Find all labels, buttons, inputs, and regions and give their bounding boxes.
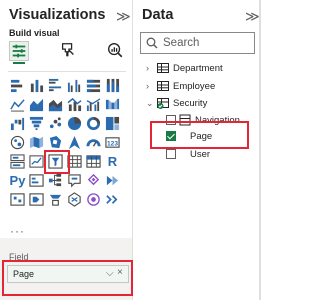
line-chart-icon[interactable] [9, 96, 26, 113]
shape-map-icon[interactable] [47, 134, 64, 151]
build-visual-button[interactable] [9, 41, 29, 64]
area-chart-icon[interactable] [28, 96, 45, 113]
slicer-highlight [44, 150, 70, 174]
multi-row-card-icon[interactable] [9, 153, 26, 170]
line-clustered-column-icon[interactable] [85, 96, 102, 113]
line-stacked-column-icon[interactable] [66, 96, 83, 113]
stacked-area-icon[interactable] [47, 96, 64, 113]
table-icon [157, 63, 169, 73]
svg-text:123: 123 [107, 140, 118, 147]
table-label: Employee [173, 80, 216, 92]
tools-divider [8, 71, 126, 72]
matrix-icon[interactable] [85, 153, 102, 170]
power-automate-icon[interactable] [28, 191, 45, 208]
funnel-icon[interactable] [28, 115, 45, 132]
decomposition-tree-icon[interactable] [47, 172, 64, 189]
search-input[interactable]: Search [140, 32, 255, 54]
build-visual-icon [12, 44, 26, 58]
page-field-highlight [150, 121, 249, 149]
r-visual-icon[interactable]: R [104, 153, 121, 170]
field-highlight [2, 260, 133, 296]
table-checked-icon [157, 98, 169, 109]
clustered-bar-icon[interactable] [47, 77, 64, 94]
pie-chart-icon[interactable] [66, 115, 83, 132]
visualizations-title: Visualizations [9, 7, 106, 23]
analytics-magnifier-icon [108, 43, 123, 58]
table-security[interactable]: ⌄ Security [146, 96, 207, 110]
paginated-report-icon[interactable] [104, 172, 121, 189]
field-checkbox[interactable] [166, 149, 176, 159]
100-stacked-bar-icon[interactable] [85, 77, 102, 94]
kpi-icon[interactable] [28, 153, 45, 170]
more-visuals-icon[interactable] [104, 191, 121, 208]
search-icon [146, 37, 158, 49]
collapse-chevron-icon[interactable]: ⌄ [146, 98, 155, 109]
key-influencers-icon[interactable] [28, 172, 45, 189]
field-label: User [190, 148, 211, 160]
collapse-visualizations-icon[interactable]: ≫ [116, 9, 131, 23]
power-apps-icon[interactable] [9, 191, 26, 208]
field-user[interactable]: User [166, 147, 210, 161]
smart-narrative-icon[interactable] [85, 172, 102, 189]
metrics-icon[interactable] [47, 191, 64, 208]
table-employee[interactable]: › Employee [146, 79, 215, 93]
build-visual-label: Build visual [9, 28, 60, 38]
more-options-ellipsis[interactable]: ··· [10, 224, 25, 238]
search-placeholder: Search [163, 37, 200, 49]
expand-chevron-icon[interactable]: › [146, 63, 155, 73]
map-icon[interactable] [9, 134, 26, 151]
python-visual-icon[interactable]: Py [9, 172, 26, 189]
table-label: Security [173, 97, 208, 109]
card-icon[interactable]: 123 [104, 134, 121, 151]
expand-chevron-icon[interactable]: › [146, 81, 155, 91]
donut-chart-icon[interactable] [85, 115, 102, 132]
right-edge-divider [259, 0, 261, 300]
format-paintbrush-icon [61, 43, 74, 57]
stacked-column-icon[interactable] [28, 77, 45, 94]
ribbon-chart-icon[interactable] [104, 96, 121, 113]
gauge-icon[interactable] [85, 134, 102, 151]
table-department[interactable]: › Department [146, 61, 223, 75]
100-stacked-column-icon[interactable] [104, 77, 121, 94]
collapse-data-icon[interactable]: ≫ [245, 9, 260, 23]
visualizations-pane: Visualizations ≫ Build visual 123 R Py ·… [0, 0, 133, 300]
stacked-bar-icon[interactable] [9, 77, 26, 94]
scatter-icon[interactable] [47, 115, 64, 132]
analytics-button[interactable] [106, 41, 126, 61]
arcgis-icon[interactable] [85, 191, 102, 208]
table-icon [157, 81, 169, 91]
waterfall-icon[interactable] [9, 115, 26, 132]
treemap-icon[interactable] [104, 115, 121, 132]
format-visual-button[interactable] [59, 41, 79, 61]
clustered-column-icon[interactable] [66, 77, 83, 94]
azure-map-icon[interactable] [66, 134, 83, 151]
data-title: Data [142, 7, 174, 23]
custom-visual-icon[interactable] [66, 191, 83, 208]
filled-map-icon[interactable] [28, 134, 45, 151]
qa-icon[interactable] [66, 172, 83, 189]
table-label: Department [173, 62, 223, 74]
